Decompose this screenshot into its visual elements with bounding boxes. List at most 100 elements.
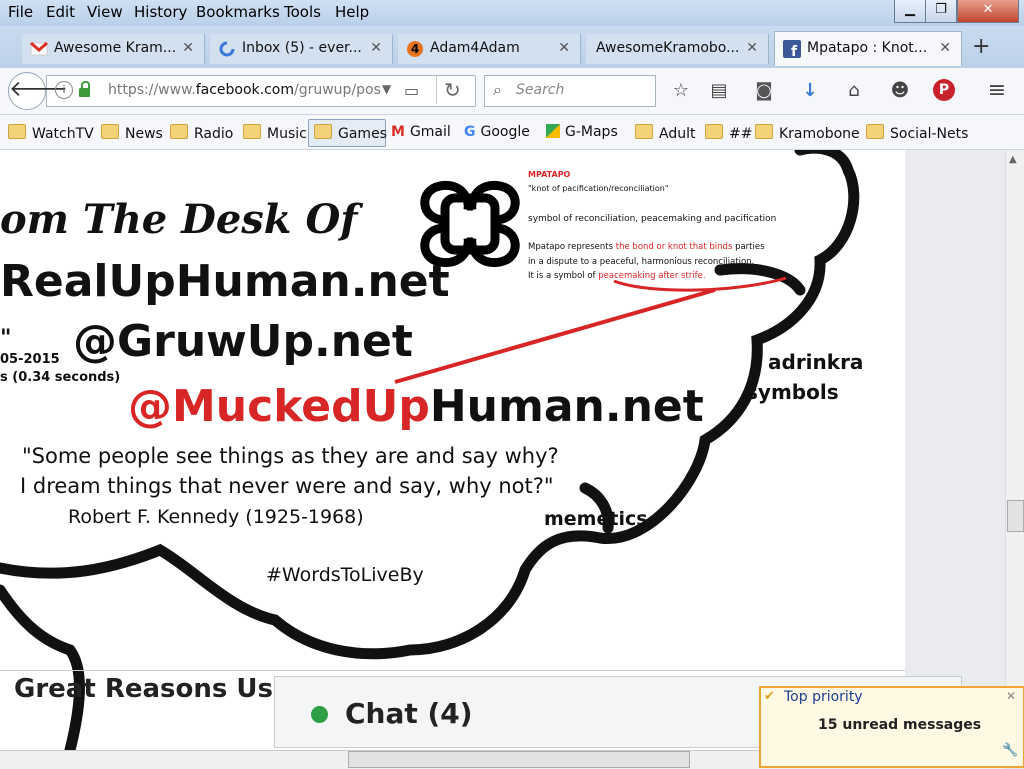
home-icon[interactable]: ⌂ — [842, 79, 866, 103]
close-tab-icon[interactable]: ✕ — [558, 34, 570, 62]
bookmark-gmaps[interactable]: G-Maps — [546, 124, 618, 140]
scroll-up-icon[interactable]: ▲ — [1009, 154, 1017, 165]
quote-line-1: "Some people see things as they are and … — [22, 444, 559, 468]
vertical-scroll-thumb[interactable] — [1007, 500, 1024, 532]
minimize-button[interactable]: ▁ — [894, 0, 926, 23]
site-red-part: @MuckedUp — [128, 381, 430, 432]
bookmark-radio[interactable]: Radio — [170, 124, 233, 142]
menu-bookmarks[interactable]: Bookmarks — [196, 3, 280, 21]
bookmark-star-icon[interactable]: ☆ — [669, 79, 693, 103]
bookmark-kramobone[interactable]: Kramobone — [755, 124, 860, 142]
reader-view-icon[interactable]: ▭ — [404, 81, 419, 100]
bookmark-watchtv[interactable]: WatchTV — [8, 124, 94, 142]
vertical-scrollbar[interactable] — [1005, 150, 1024, 750]
close-tab-icon[interactable]: ✕ — [939, 34, 951, 62]
menu-edit[interactable]: Edit — [46, 3, 75, 21]
reading-list-icon[interactable]: ▤ — [707, 79, 731, 103]
folder-icon — [243, 124, 261, 139]
mpatapo-subtitle: "knot of pacification/reconciliation" — [528, 184, 669, 193]
tab-awesomekramobone[interactable]: AwesomeKramobo... ✕ — [586, 34, 769, 64]
bookmark-hash[interactable]: ## — [705, 124, 752, 142]
text-red: the bond or knot that binds — [615, 242, 733, 252]
url-text[interactable]: https://www.facebook.com/gruwup/pos — [108, 82, 381, 98]
pocket-icon[interactable]: ◙ — [752, 79, 776, 103]
svg-text:4: 4 — [411, 42, 419, 56]
tab-adam4adam[interactable]: 4 Adam4Adam ✕ — [398, 34, 581, 64]
site-muckeduphuman: @MuckedUpHuman.net — [128, 381, 704, 432]
bookmark-games[interactable]: Games — [314, 124, 387, 142]
site-black-part: Human.net — [429, 381, 704, 432]
site-gruwup: @GruwUp.net — [73, 316, 413, 367]
maps-icon — [546, 124, 560, 138]
gmail-icon — [30, 41, 48, 56]
tab-mpatapo[interactable]: f Mpatapo : Knot... ✕ — [774, 31, 962, 66]
folder-icon — [635, 124, 653, 139]
desk-heading: om The Desk Of — [0, 196, 358, 243]
tab-label: Adam4Adam — [430, 40, 520, 56]
close-tab-icon[interactable]: ✕ — [746, 34, 758, 62]
bookmark-music[interactable]: Music — [243, 124, 307, 142]
chat-label[interactable]: Chat (4) — [345, 697, 473, 730]
search-input[interactable] — [484, 75, 656, 107]
post-seconds: s (0.34 seconds) — [0, 370, 121, 385]
pinterest-icon[interactable]: P — [933, 79, 955, 101]
text-red: peacemaking after strife. — [598, 271, 706, 281]
bookmark-label: Social-Nets — [890, 126, 969, 142]
close-icon[interactable]: ✕ — [1006, 689, 1016, 703]
menu-file[interactable]: File — [8, 3, 33, 21]
post-bottom-title[interactable]: Great Reasons Us — [14, 674, 273, 704]
dropdown-icon[interactable]: ▼ — [382, 82, 391, 96]
bookmark-label: Music — [267, 126, 307, 142]
info-icon[interactable]: i — [55, 81, 73, 99]
bookmark-label: Adult — [659, 126, 696, 142]
tab-label: Mpatapo : Knot... — [807, 40, 928, 56]
priority-message[interactable]: 15 unread messages — [818, 717, 981, 733]
download-icon[interactable]: ↓ — [798, 79, 822, 103]
wrench-icon[interactable]: 🔧 — [1002, 743, 1018, 758]
mpatapo-title: MPATAPO — [528, 170, 571, 179]
hamburger-menu-icon[interactable]: ≡ — [985, 79, 1009, 103]
bookmark-label: Kramobone — [779, 126, 860, 142]
bookmark-label: Radio — [194, 126, 234, 142]
url-host: facebook.com — [195, 82, 294, 98]
mpatapo-line-2: in a dispute to a peaceful, harmonious r… — [528, 257, 755, 267]
folder-icon — [170, 124, 188, 139]
tab-gmail[interactable]: Awesome Kram... ✕ — [22, 34, 205, 64]
google-icon: G — [464, 124, 476, 140]
bookmark-social-nets[interactable]: Social-Nets — [866, 124, 968, 142]
lock-shackle — [81, 81, 90, 90]
tab-inbox[interactable]: Inbox (5) - ever... ✕ — [210, 34, 393, 64]
text: parties — [732, 242, 765, 252]
folder-icon — [314, 124, 332, 139]
folder-icon — [755, 124, 773, 139]
close-window-button[interactable]: ✕ — [957, 0, 1019, 23]
search-icon: ⌕ — [493, 80, 502, 99]
bookmark-news[interactable]: News — [101, 124, 163, 142]
new-tab-button[interactable]: + — [972, 34, 990, 59]
menu-tools[interactable]: Tools — [284, 3, 321, 21]
text: It is a symbol of — [528, 271, 599, 281]
priority-icon: ✔ — [764, 689, 775, 704]
menu-history[interactable]: History — [134, 3, 187, 21]
emoji-icon[interactable]: ☻ — [888, 79, 912, 103]
bookmark-google[interactable]: G Google — [464, 124, 530, 140]
tab-label: AwesomeKramobo... — [596, 40, 740, 56]
bookmark-gmail[interactable]: M Gmail — [391, 124, 451, 140]
bookmark-adult[interactable]: Adult — [635, 124, 695, 142]
menu-help[interactable]: Help — [335, 3, 369, 21]
bookmark-label: WatchTV — [32, 126, 94, 142]
horizontal-scroll-thumb[interactable] — [348, 751, 690, 768]
menu-view[interactable]: View — [87, 3, 123, 21]
quote-author: Robert F. Kennedy (1925-1968) — [68, 506, 364, 528]
tab-label: Inbox (5) - ever... — [242, 40, 362, 56]
close-tab-icon[interactable]: ✕ — [370, 34, 382, 62]
bookmark-label: News — [125, 126, 163, 142]
bookmark-label: Games — [338, 126, 387, 142]
reload-icon[interactable]: ↻ — [444, 78, 461, 102]
close-tab-icon[interactable]: ✕ — [182, 34, 194, 62]
site-realuphuman: RealUpHuman.net — [0, 256, 450, 307]
maximize-button[interactable]: ❐ — [925, 0, 957, 23]
back-button[interactable]: 🡐 — [8, 72, 68, 110]
right-gutter — [905, 150, 1005, 750]
post-image: om The Desk Of RealUpHuman.net " 05-2015… — [0, 150, 905, 750]
